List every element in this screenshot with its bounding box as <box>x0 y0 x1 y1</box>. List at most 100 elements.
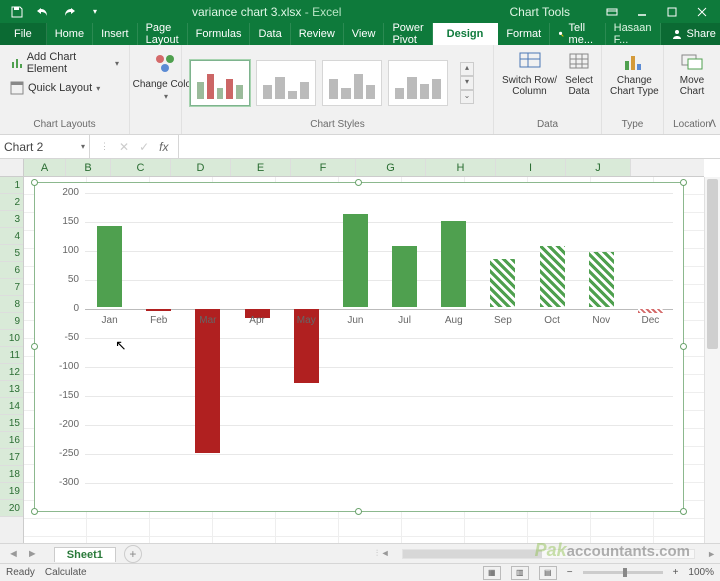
column-header[interactable]: C <box>111 159 171 176</box>
row-header[interactable]: 17 <box>0 449 23 466</box>
row-header[interactable]: 2 <box>0 194 23 211</box>
resize-handle[interactable] <box>680 179 687 186</box>
undo-icon[interactable] <box>32 2 54 22</box>
row-header[interactable]: 16 <box>0 432 23 449</box>
column-headers[interactable]: ABCDEFGHIJ <box>24 159 704 177</box>
tab-design[interactable]: Design <box>433 23 499 45</box>
row-headers[interactable]: 1234567891011121314151617181920 <box>0 177 24 543</box>
select-all-corner[interactable] <box>0 159 24 177</box>
chart-style-gallery[interactable] <box>190 60 448 106</box>
chart-bar[interactable] <box>146 309 171 311</box>
row-header[interactable]: 5 <box>0 245 23 262</box>
cancel-formula-icon[interactable]: ✕ <box>119 140 129 154</box>
row-header[interactable]: 20 <box>0 500 23 517</box>
column-header[interactable]: H <box>426 159 496 176</box>
chart-style-3[interactable] <box>322 60 382 106</box>
resize-handle[interactable] <box>680 508 687 515</box>
qat-customize-icon[interactable]: ▾ <box>84 2 106 22</box>
chart-style-2[interactable] <box>256 60 316 106</box>
row-header[interactable]: 15 <box>0 415 23 432</box>
row-header[interactable]: 4 <box>0 228 23 245</box>
tab-file[interactable]: File <box>0 23 47 45</box>
tab-power-pivot[interactable]: Power Pivot <box>384 23 432 45</box>
cells-area[interactable]: 200150100500-50-100-150-200-250-300JanFe… <box>24 177 704 543</box>
resize-handle[interactable] <box>31 508 38 515</box>
tab-home[interactable]: Home <box>47 23 93 45</box>
close-icon[interactable] <box>688 2 716 22</box>
row-header[interactable]: 1 <box>0 177 23 194</box>
chart-style-1[interactable] <box>190 60 250 106</box>
row-header[interactable]: 7 <box>0 279 23 296</box>
move-chart-button[interactable]: Move Chart <box>672 49 712 97</box>
worksheet-grid[interactable]: ABCDEFGHIJ 12345678910111213141516171819… <box>0 159 720 543</box>
normal-view-icon[interactable]: ▦ <box>483 566 501 580</box>
resize-handle[interactable] <box>355 179 362 186</box>
vertical-scrollbar[interactable] <box>704 177 720 543</box>
scrollbar-thumb[interactable] <box>707 179 718 349</box>
chart-bar[interactable] <box>638 309 663 313</box>
chart-style-4[interactable] <box>388 60 448 106</box>
dropdown-icon[interactable]: ⋮ <box>100 141 109 152</box>
row-header[interactable]: 19 <box>0 483 23 500</box>
row-header[interactable]: 12 <box>0 364 23 381</box>
row-header[interactable]: 8 <box>0 296 23 313</box>
style-more-icon[interactable]: ⌄ <box>460 90 474 104</box>
chart-bar[interactable] <box>97 226 122 307</box>
column-header[interactable]: I <box>496 159 566 176</box>
fx-icon[interactable]: fx <box>159 140 168 154</box>
column-header[interactable]: J <box>566 159 631 176</box>
column-header[interactable]: F <box>291 159 356 176</box>
sheet-nav-prev-icon[interactable]: ◄ <box>8 548 19 560</box>
chart-bar[interactable] <box>195 309 220 453</box>
tab-review[interactable]: Review <box>291 23 344 45</box>
horizontal-scrollbar[interactable] <box>402 549 696 559</box>
page-break-view-icon[interactable]: ▤ <box>539 566 557 580</box>
style-scroll-up-icon[interactable]: ▴ <box>460 62 474 76</box>
maximize-icon[interactable] <box>658 2 686 22</box>
switch-row-column-button[interactable]: Switch Row/ Column <box>502 49 557 97</box>
row-header[interactable]: 11 <box>0 347 23 364</box>
plot-area[interactable]: 200150100500-50-100-150-200-250-300JanFe… <box>85 193 673 481</box>
change-chart-type-button[interactable]: Change Chart Type <box>610 49 659 97</box>
resize-handle[interactable] <box>680 343 687 350</box>
zoom-level[interactable]: 100% <box>688 567 714 578</box>
page-layout-view-icon[interactable]: ▥ <box>511 566 529 580</box>
new-sheet-button[interactable]: + <box>124 545 142 563</box>
sheet-tab-sheet1[interactable]: Sheet1 <box>54 547 116 562</box>
row-header[interactable]: 18 <box>0 466 23 483</box>
quick-layout-button[interactable]: Quick Layout▾ <box>8 79 102 97</box>
resize-handle[interactable] <box>31 343 38 350</box>
tab-insert[interactable]: Insert <box>93 23 138 45</box>
select-data-button[interactable]: Select Data <box>565 49 593 97</box>
row-header[interactable]: 13 <box>0 381 23 398</box>
resize-handle[interactable] <box>355 508 362 515</box>
tab-data[interactable]: Data <box>250 23 290 45</box>
sheet-nav-next-icon[interactable]: ► <box>27 548 38 560</box>
share-button[interactable]: Share <box>661 23 720 45</box>
row-header[interactable]: 6 <box>0 262 23 279</box>
tab-page-layout[interactable]: Page Layout <box>138 23 188 45</box>
row-header[interactable]: 10 <box>0 330 23 347</box>
row-header[interactable]: 3 <box>0 211 23 228</box>
chart-bar[interactable] <box>392 246 417 307</box>
tell-me-search[interactable]: Tell me... <box>550 23 605 45</box>
save-icon[interactable] <box>6 2 28 22</box>
enter-formula-icon[interactable]: ✓ <box>139 140 149 154</box>
ribbon-options-icon[interactable] <box>598 2 626 22</box>
name-box[interactable]: Chart 2▾ <box>0 135 90 158</box>
chart-bar[interactable] <box>540 246 565 307</box>
zoom-out-icon[interactable]: − <box>567 567 573 578</box>
resize-handle[interactable] <box>31 179 38 186</box>
zoom-in-icon[interactable]: + <box>673 567 679 578</box>
minimize-icon[interactable] <box>628 2 656 22</box>
zoom-slider[interactable] <box>583 571 663 574</box>
redo-icon[interactable] <box>58 2 80 22</box>
chart-bar[interactable] <box>343 214 368 307</box>
scrollbar-thumb[interactable] <box>403 550 543 558</box>
tab-formulas[interactable]: Formulas <box>188 23 251 45</box>
formula-input[interactable] <box>179 135 720 158</box>
column-header[interactable]: E <box>231 159 291 176</box>
row-header[interactable]: 14 <box>0 398 23 415</box>
chart-bar[interactable] <box>441 221 466 307</box>
row-header[interactable]: 9 <box>0 313 23 330</box>
